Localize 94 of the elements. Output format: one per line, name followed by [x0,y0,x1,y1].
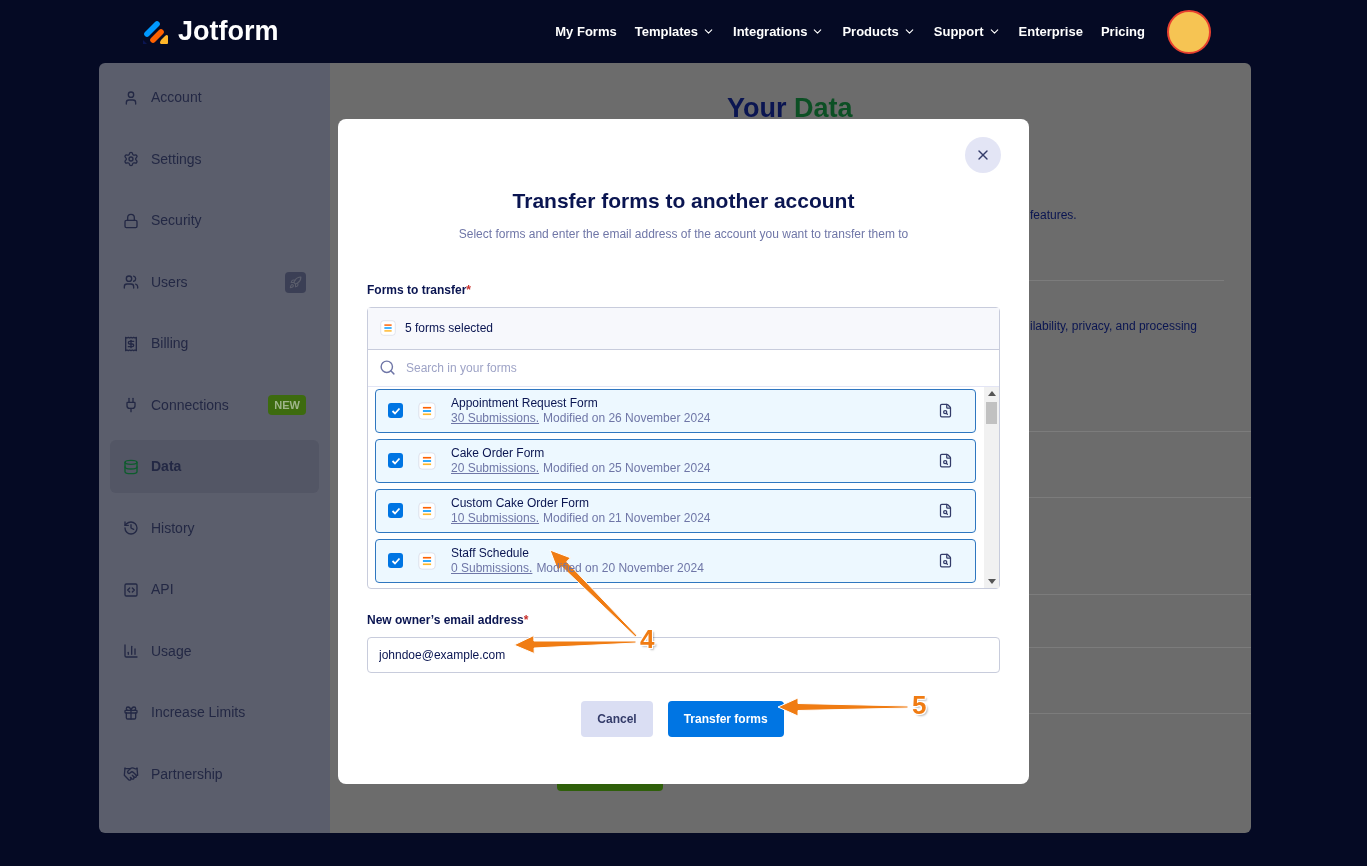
sidebar-icon [123,520,139,536]
sidebar-item[interactable]: Account [110,71,319,124]
logo-text[interactable]: Jotform [178,11,279,52]
new-badge: NEW [268,394,306,416]
nav-link[interactable]: Products [842,21,916,42]
sidebar-item[interactable]: Increase Limits [110,686,319,739]
sidebar-item[interactable]: Users [110,255,319,309]
sidebar-label: API [151,580,174,599]
checkmark-icon [390,555,401,566]
form-name: Cake Order Form [451,445,546,461]
transfer-button[interactable]: Transfer forms [667,700,784,737]
field-label: New owner’s email address* [367,611,530,629]
submissions-link[interactable]: 10 Submissions. [451,510,540,526]
sidebar-icon [123,335,139,352]
sidebar-item[interactable]: Settings [110,132,319,186]
modified-date: Modified on 21 November 2024 [543,510,711,526]
nav-link[interactable]: My Forms [555,21,617,42]
checkbox[interactable] [388,403,403,418]
sidebar-label: Account [151,88,202,107]
sidebar-icon [123,274,139,290]
checkbox[interactable] [388,453,403,468]
search-field[interactable]: Search in your forms [406,358,988,377]
text-fragment: ilability, privacy, and processing [1030,317,1198,335]
sidebar-icon [123,766,139,782]
form-row[interactable]: Custom Cake Order Form 10 Submissions. Modified on 21 November 2024 [375,488,976,533]
submissions-link[interactable]: 0 Submissions. [451,560,533,576]
form-icon [418,501,436,520]
modal-subtitle: Select forms and enter the email address of the account you want to transfer them to [457,225,910,243]
annotation-number: 5 [912,692,927,718]
modal-title: Transfer forms to another account [511,188,856,214]
sidebar-icon [123,89,139,106]
form-name: Appointment Request Form [451,395,599,411]
sidebar-label: Connections [151,395,229,415]
scrollbar-thumb[interactable] [986,401,997,424]
sidebar-item[interactable]: Billing [110,317,319,370]
nav-link[interactable]: Enterprise [1018,21,1083,42]
checkmark-icon [390,455,401,466]
sidebar-icon [123,212,139,229]
scroll-up-icon[interactable] [987,390,996,396]
sidebar-label: Usage [151,641,192,661]
form-icon [418,401,436,420]
document-search-icon[interactable] [938,503,953,518]
scrollbar[interactable] [984,386,999,588]
document-search-icon[interactable] [938,403,953,418]
page-title: Your Data [727,92,854,125]
nav-link[interactable]: Integrations [733,21,825,42]
search-icon [379,359,396,376]
sidebar-icon [123,458,139,475]
cancel-button[interactable]: Cancel [581,700,653,737]
sidebar-label: Billing [151,334,189,353]
checkbox[interactable] [388,553,403,568]
checkmark-icon [390,405,401,416]
sidebar-label: Security [151,211,202,230]
form-icon [418,451,436,470]
field-label: Forms to transfer* [367,281,473,299]
form-icon [380,320,396,336]
form-name: Staff Schedule [451,545,530,561]
form-name: Custom Cake Order Form [451,495,591,511]
avatar[interactable] [1167,9,1211,54]
sidebar-item[interactable]: Usage [110,624,319,678]
submissions-link[interactable]: 30 Submissions. [451,410,540,426]
selected-count: 5 forms selected [405,320,494,337]
document-search-icon[interactable] [938,553,953,568]
submissions-link[interactable]: 20 Submissions. [451,460,540,476]
sidebar-icon [123,151,139,167]
sidebar-label: History [151,518,195,538]
form-row[interactable]: Cake Order Form 20 Submissions. Modified on 25 November 2024 [375,438,976,483]
form-icon [418,551,436,570]
sidebar-icon [123,581,139,598]
checkbox[interactable] [388,503,403,518]
sidebar-item[interactable]: Connections NEW [110,378,319,432]
sidebar-icon [123,704,139,721]
document-search-icon[interactable] [938,453,953,468]
sidebar-item[interactable]: Security [110,194,319,247]
checkmark-icon [390,505,401,516]
close-button[interactable] [965,137,1001,173]
text-fragment: features. [1030,206,1078,224]
nav-link[interactable]: Templates [634,21,716,42]
modified-date: Modified on 25 November 2024 [543,460,711,476]
sidebar-item[interactable]: History [110,501,319,555]
sidebar-label: Increase Limits [151,703,246,722]
rocket-icon [285,271,306,293]
form-row[interactable]: Appointment Request Form 30 Submissions. Modified on 26 November 2024 [375,388,976,433]
sidebar-label: Settings [151,149,202,169]
modified-date: Modified on 26 November 2024 [543,410,711,426]
sidebar-icon [123,397,139,413]
nav-link[interactable]: Pricing [1100,21,1145,42]
scroll-down-icon[interactable] [987,578,996,584]
nav-link[interactable]: Support [933,21,1001,42]
sidebar-label: Partnership [151,764,223,784]
sidebar-item[interactable]: Partnership [110,747,319,801]
sidebar-label: Users [151,272,188,292]
sidebar-icon [123,643,139,659]
sidebar-item[interactable]: API [110,563,319,616]
